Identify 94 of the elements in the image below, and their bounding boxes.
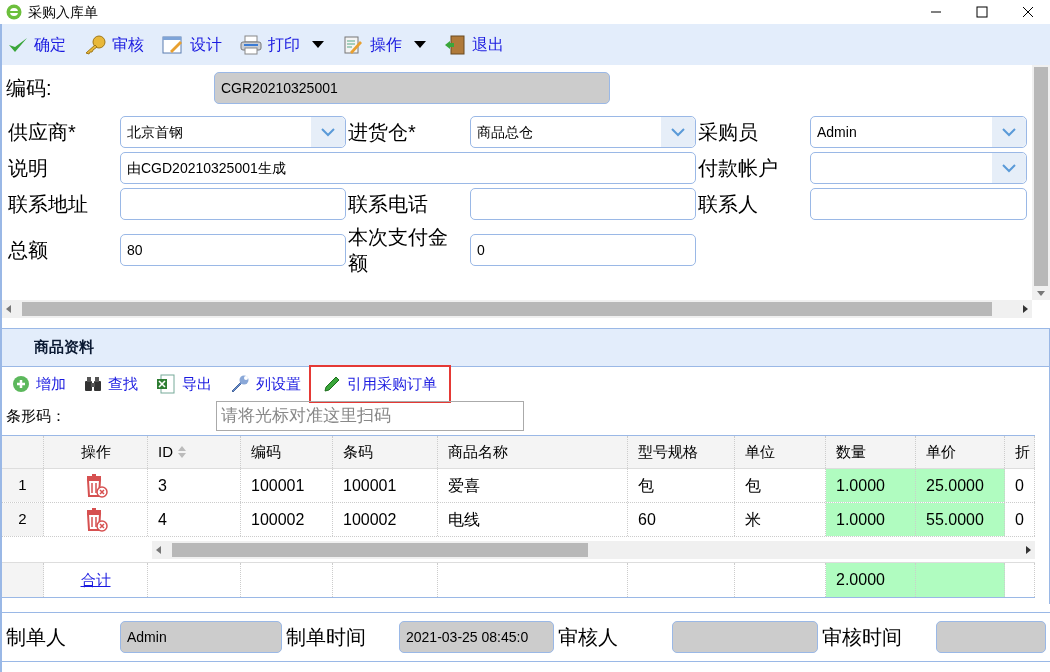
total-link[interactable]: 合计 [80,568,111,592]
toolbar-button[interactable]: 引用采购订单 [311,366,449,402]
column-header[interactable]: 编码 [241,436,333,468]
field-label: 审核人 [557,626,619,648]
field-label: 说明 [7,156,49,181]
field-label: 采购员 [697,120,759,145]
column-header[interactable]: ID [148,436,241,468]
printer-icon [240,34,262,55]
toolbar-button[interactable]: 列设置 [230,372,301,396]
field-label: 审核时间 [821,626,903,648]
column-header[interactable]: 商品名称 [438,436,628,468]
spreadsheet-icon [156,374,176,394]
field-label: 本次支付金额 [347,225,449,276]
input-field: 2021-03-25 08:45:0 [399,621,554,653]
dropdown-chevron-icon [311,117,345,147]
field-label: 联系地址 [7,192,89,217]
exit-door-icon [444,34,466,55]
table-cell: 4 [148,503,241,536]
toolbar-button[interactable]: 设计 [162,32,222,57]
column-header[interactable]: 数量 [826,436,916,468]
toolbar-button[interactable]: 操作 [342,32,426,57]
field-label: 联系电话 [347,192,429,217]
column-header[interactable]: 操作 [44,436,148,468]
table-cell: 电线 [438,503,628,536]
table-cell: 1.0000 [826,469,916,502]
field-label: 付款帐户 [697,156,779,181]
key-icon [84,34,106,55]
field-label: 制单时间 [285,626,367,648]
field-label: 总额 [7,238,49,263]
dropdown-chevron-icon [661,117,695,147]
dropdown-field[interactable]: 北京首钢 [120,116,346,148]
table-cell: 100001 [241,469,333,502]
input-field[interactable] [470,188,696,220]
column-header[interactable]: 型号规格 [628,436,735,468]
table-cell: 25.0000 [916,469,1005,502]
column-header[interactable]: 单价 [916,436,1005,468]
field-label: 进货仓* [347,120,417,145]
row-number: 1 [2,469,44,502]
table-cell: 0 [1005,503,1035,536]
table-cell: 0 [1005,469,1035,502]
column-header[interactable]: 单位 [735,436,826,468]
dropdown-field[interactable]: Admin [810,116,1027,148]
toolbar-button[interactable]: 导出 [156,372,212,396]
barcode-field[interactable]: 请将光标对准这里扫码 [216,401,524,431]
table-cell: 100001 [333,469,438,502]
input-field: CGR20210325001 [214,72,610,104]
input-field[interactable]: 由CGD20210325001生成 [120,152,696,184]
field-label: 制单人 [6,626,67,648]
toolbar-button[interactable]: 审核 [84,32,144,57]
toolbar-button[interactable]: 查找 [84,372,138,396]
table-cell: 爱喜 [438,469,628,502]
field-label: 联系人 [697,192,759,217]
binoculars-icon [84,376,102,392]
table-cell: 100002 [333,503,438,536]
toolbar-button[interactable]: 打印 [240,32,324,57]
table-cell: 100002 [241,503,333,536]
table-cell: 3 [148,469,241,502]
toolbar-button[interactable]: 退出 [444,32,504,57]
table-cell: 包 [628,469,735,502]
table-cell: 60 [628,503,735,536]
input-field[interactable]: 0 [470,234,696,266]
window-title: 采购入库单 [28,2,99,22]
maximize-icon[interactable] [976,6,988,18]
total-cell: 2.0000 [826,563,916,597]
wrench-icon [230,374,250,394]
row-number: 2 [2,503,44,536]
close-icon[interactable] [1022,6,1034,18]
toolbar-button[interactable]: 增加 [12,372,66,396]
dropdown-field[interactable] [810,152,1027,184]
field-label: 供应商* [7,120,77,145]
app-logo-icon [6,4,22,20]
dropdown-chevron-icon [992,153,1026,183]
column-header[interactable]: 折 [1005,436,1035,468]
field-label: 编码: [6,77,53,99]
vertical-scrollbar[interactable] [1032,65,1050,300]
add-icon [12,375,30,393]
checkmark-icon [8,35,28,54]
input-field[interactable] [120,188,346,220]
table-cell: 1.0000 [826,503,916,536]
horizontal-scrollbar[interactable] [152,540,1035,559]
horizontal-scrollbar[interactable] [2,300,1032,318]
field-label: 条形码： [6,405,67,426]
table-cell: 55.0000 [916,503,1005,536]
toolbar-button[interactable]: 确定 [8,32,66,57]
column-header[interactable]: 条码 [333,436,438,468]
section-title: 商品资料 [34,337,94,358]
input-field[interactable] [810,188,1027,220]
edit-window-icon [162,34,184,55]
dropdown-chevron-icon [992,117,1026,147]
document-edit-icon [342,34,364,55]
input-field: Admin [120,621,282,653]
dropdown-field[interactable]: 商品总仓 [470,116,696,148]
input-field[interactable]: 80 [120,234,346,266]
pencil-icon [323,375,341,393]
